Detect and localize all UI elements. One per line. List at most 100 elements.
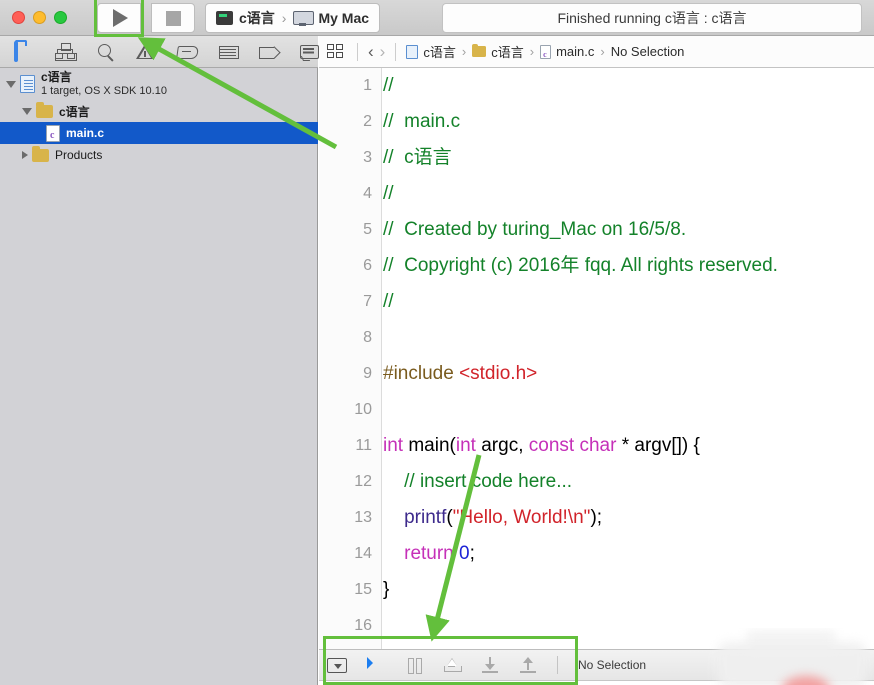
code-line[interactable]: return 0;	[383, 536, 874, 572]
sidebar-item-project-navigator[interactable]	[14, 40, 33, 62]
forward-button[interactable]: ›	[380, 43, 386, 60]
code-token: main(	[403, 435, 456, 456]
code-token: // c语言	[383, 147, 452, 168]
back-button[interactable]: ‹	[368, 43, 374, 60]
disclosure-triangle-icon[interactable]	[6, 80, 16, 88]
disclosure-triangle-icon[interactable]	[22, 151, 28, 159]
code-line[interactable]	[383, 392, 874, 428]
code-token: argc,	[475, 435, 529, 456]
run-button[interactable]	[97, 3, 141, 33]
line-number: 7	[363, 293, 372, 310]
code-line[interactable]: //	[383, 68, 874, 104]
sidebar-item-find-navigator[interactable]	[96, 43, 115, 61]
code-line[interactable]: }	[383, 572, 874, 608]
line-number: 8	[363, 329, 372, 346]
folder-icon	[36, 101, 53, 118]
editor-panel: ‹ › c语言 › c语言 › main.c › No Selection 12…	[319, 36, 874, 685]
debug-selection-label: No Selection	[578, 658, 647, 672]
hierarchy-node-left-icon	[54, 52, 63, 59]
disclosure-triangle-icon[interactable]	[22, 107, 32, 115]
code-line[interactable]: //	[383, 176, 874, 212]
code-token: ;	[469, 543, 475, 564]
code-token: // Created by turing_Mac on 16/5/8.	[383, 219, 687, 240]
breadcrumb-group[interactable]: c语言	[472, 42, 524, 61]
code-line[interactable]	[383, 320, 874, 356]
breakpoints-button[interactable]	[367, 657, 385, 673]
breadcrumb-file[interactable]: main.c	[540, 44, 594, 59]
step-into-button[interactable]	[481, 657, 499, 673]
step-out-base-icon	[520, 671, 536, 673]
console-output[interactable]: Hello, World!	[319, 681, 874, 685]
code-line[interactable]	[383, 608, 874, 644]
line-number: 16	[354, 617, 372, 634]
line-number: 10	[354, 401, 372, 418]
code-token: return	[383, 543, 454, 564]
breadcrumb-project[interactable]: c语言	[406, 42, 456, 61]
project-name: c语言	[41, 70, 72, 84]
code-line[interactable]: int main(int argc, const char * argv[]) …	[383, 428, 874, 464]
code-token: //	[383, 291, 394, 312]
code-token: //	[383, 75, 394, 96]
navigator-panel: c语言 1 target, OS X SDK 10.10 c语言 main.c …	[0, 36, 319, 685]
toggle-console-button[interactable]	[327, 657, 347, 673]
sidebar-item-breakpoint-navigator[interactable]	[258, 43, 278, 61]
line-number: 15	[354, 581, 372, 598]
code-line[interactable]: // Copyright (c) 2016年 fqq. All rights r…	[383, 248, 874, 284]
code-lines: // // main.c // c语言 // // Created by turing_…	[383, 68, 874, 644]
project-icon	[406, 44, 419, 59]
step-out-button[interactable]	[519, 657, 537, 673]
window-controls	[12, 11, 67, 24]
close-button[interactable]	[12, 11, 25, 24]
code-token: printf	[383, 507, 447, 528]
code-editor[interactable]: 1 2 3 4 5 6 7 8 9 10 11 12 13 14 15 16 //// main.c// c语…	[319, 68, 874, 649]
breadcrumb-selection-label[interactable]: No Selection	[611, 44, 685, 59]
code-line[interactable]: // Created by turing_Mac on 16/5/8.	[383, 212, 874, 248]
breadcrumb-file-label: main.c	[556, 44, 595, 59]
code-line[interactable]: #include <stdio.h>	[383, 356, 874, 392]
divider	[557, 656, 558, 674]
zoom-button[interactable]	[54, 11, 67, 24]
line-number: 3	[363, 149, 372, 166]
line-number: 13	[354, 509, 372, 526]
code-token: // insert code here...	[383, 471, 573, 492]
breadcrumb-separator: ›	[461, 44, 467, 59]
pause-button[interactable]	[405, 657, 423, 674]
tree-row-products[interactable]: Products	[0, 144, 318, 166]
stop-button[interactable]	[151, 3, 195, 33]
tree-row-project[interactable]: c语言 1 target, OS X SDK 10.10	[0, 68, 318, 100]
line-number-gutter: 1 2 3 4 5 6 7 8 9 10 11 12 13 14 15 16	[319, 68, 382, 649]
code-token: int	[455, 435, 476, 456]
line-number: 9	[363, 365, 372, 382]
xcode-window: c语言 › My Mac Finished running c语言 : c语言	[0, 0, 874, 685]
sidebar-item-test-navigator[interactable]	[177, 43, 196, 61]
minimize-button[interactable]	[33, 11, 46, 24]
terminal-icon	[216, 11, 233, 25]
sidebar-item-debug-navigator[interactable]	[218, 43, 239, 61]
sidebar-item-report-navigator[interactable]	[299, 43, 319, 61]
line-number: 1	[363, 77, 372, 94]
divider	[395, 42, 397, 61]
tree-row-main-c[interactable]: main.c	[0, 122, 318, 144]
folder-icon	[32, 145, 49, 162]
related-items-icon[interactable]	[327, 43, 345, 60]
code-line[interactable]: // c语言	[383, 140, 874, 176]
status-text: Finished running c语言 : c语言	[557, 10, 747, 26]
sidebar-item-symbol-navigator[interactable]	[54, 42, 77, 61]
scheme-selector[interactable]: c语言 › My Mac	[205, 3, 381, 33]
code-line[interactable]: // main.c	[383, 104, 874, 140]
code-token: //	[383, 183, 394, 204]
code-token: <stdio.h>	[459, 363, 538, 384]
code-line[interactable]: printf("Hello, World!\n");	[383, 500, 874, 536]
scheme-name: c语言	[239, 10, 275, 26]
sidebar-item-issue-navigator[interactable]	[136, 43, 155, 61]
destination-name: My Mac	[318, 10, 370, 26]
code-line[interactable]: //	[383, 284, 874, 320]
line-number: 14	[354, 545, 372, 562]
hierarchy-node-right-icon	[66, 52, 75, 59]
breadcrumb-separator: ›	[529, 44, 535, 59]
scheme-separator: ›	[281, 10, 287, 26]
code-line[interactable]: // insert code here...	[383, 464, 874, 500]
jump-bar: ‹ › c语言 › c语言 › main.c › No Selection	[319, 36, 874, 68]
step-over-button[interactable]	[443, 657, 462, 673]
tree-row-group[interactable]: c语言	[0, 100, 318, 122]
